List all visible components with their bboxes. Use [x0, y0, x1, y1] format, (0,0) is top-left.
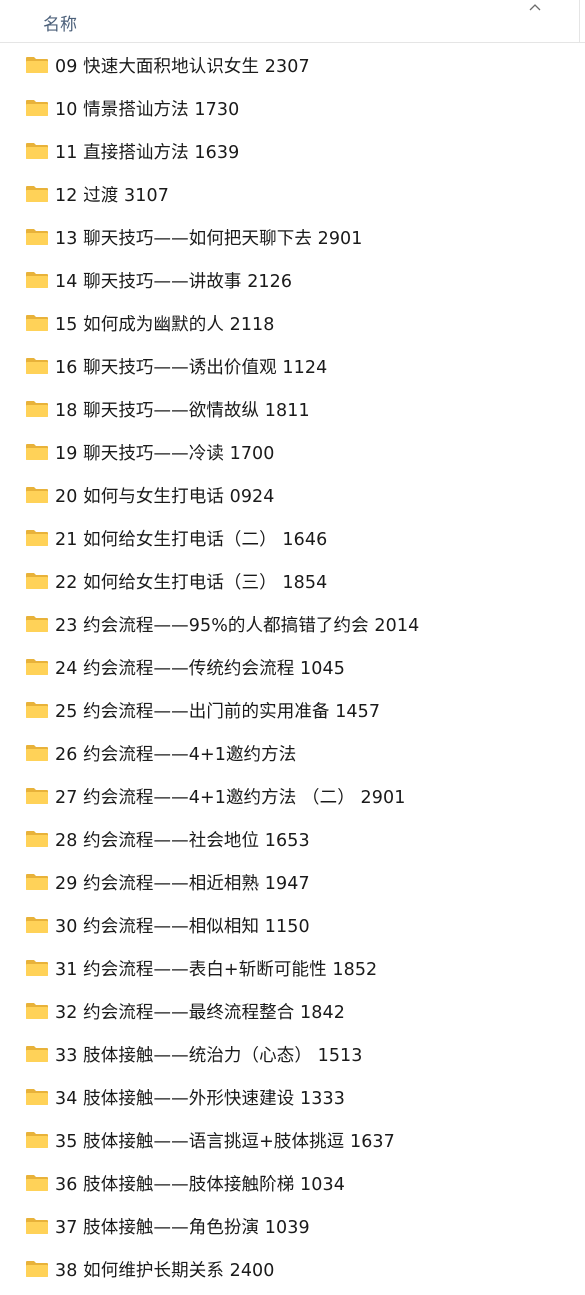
folder-icon [26, 1003, 48, 1019]
list-item-label: 24 约会流程——传统约会流程 1045 [55, 658, 345, 679]
folder-icon [26, 659, 48, 675]
list-item-label: 27 约会流程——4+1邀约方法 （二） 2901 [55, 787, 406, 808]
list-item[interactable]: 34 肢体接触——外形快速建设 1333 [0, 1076, 585, 1119]
list-item-label: 37 肢体接触——角色扮演 1039 [55, 1217, 310, 1238]
folder-icon [26, 1046, 48, 1062]
list-item[interactable]: 12 过渡 3107 [0, 173, 585, 216]
folder-icon [26, 616, 48, 632]
folder-icon [26, 358, 48, 374]
list-item[interactable]: 25 约会流程——出门前的实用准备 1457 [0, 689, 585, 732]
folder-icon [26, 960, 48, 976]
list-item-label: 33 肢体接触——统治力（心态） 1513 [55, 1045, 363, 1066]
list-item[interactable]: 18 聊天技巧——欲情故纵 1811 [0, 388, 585, 431]
folder-icon [26, 143, 48, 159]
list-item-label: 21 如何给女生打电话（二） 1646 [55, 529, 328, 550]
list-item[interactable]: 13 聊天技巧——如何把天聊下去 2901 [0, 216, 585, 259]
list-item-label: 30 约会流程——相似相知 1150 [55, 916, 310, 937]
list-item-label: 34 肢体接触——外形快速建设 1333 [55, 1088, 345, 1109]
edge-fragment [0, 1285, 8, 1295]
column-divider[interactable] [579, 0, 580, 42]
list-item[interactable]: 32 约会流程——最终流程整合 1842 [0, 990, 585, 1033]
folder-icon [26, 444, 48, 460]
list-item-label: 32 约会流程——最终流程整合 1842 [55, 1002, 345, 1023]
list-item[interactable]: 10 情景搭讪方法 1730 [0, 87, 585, 130]
list-item-label: 35 肢体接触——语言挑逗+肢体挑逗 1637 [55, 1131, 395, 1152]
list-item[interactable]: 20 如何与女生打电话 0924 [0, 474, 585, 517]
list-item[interactable]: 31 约会流程——表白+斩断可能性 1852 [0, 947, 585, 990]
list-item[interactable]: 23 约会流程——95%的人都搞错了约会 2014 [0, 603, 585, 646]
folder-icon [26, 1132, 48, 1148]
list-item[interactable]: 38 如何维护长期关系 2400 [0, 1248, 585, 1291]
folder-icon [26, 788, 48, 804]
list-item[interactable]: 21 如何给女生打电话（二） 1646 [0, 517, 585, 560]
list-item-label: 16 聊天技巧——诱出价值观 1124 [55, 357, 328, 378]
folder-icon [26, 315, 48, 331]
list-item-label: 20 如何与女生打电话 0924 [55, 486, 275, 507]
list-item[interactable]: 27 约会流程——4+1邀约方法 （二） 2901 [0, 775, 585, 818]
chevron-up-icon[interactable] [528, 2, 542, 12]
folder-icon [26, 702, 48, 718]
list-item-label: 23 约会流程——95%的人都搞错了约会 2014 [55, 615, 420, 636]
list-item[interactable]: 16 聊天技巧——诱出价值观 1124 [0, 345, 585, 388]
list-item[interactable]: 28 约会流程——社会地位 1653 [0, 818, 585, 861]
folder-icon [26, 401, 48, 417]
list-item-label: 38 如何维护长期关系 2400 [55, 1260, 275, 1281]
folder-icon [26, 1089, 48, 1105]
list-item[interactable]: 24 约会流程——传统约会流程 1045 [0, 646, 585, 689]
list-item[interactable]: 29 约会流程——相近相熟 1947 [0, 861, 585, 904]
folder-icon [26, 1218, 48, 1234]
list-item-label: 22 如何给女生打电话（三） 1854 [55, 572, 328, 593]
list-item[interactable]: 30 约会流程——相似相知 1150 [0, 904, 585, 947]
folder-icon [26, 487, 48, 503]
list-item[interactable]: 19 聊天技巧——冷读 1700 [0, 431, 585, 474]
list-item-label: 36 肢体接触——肢体接触阶梯 1034 [55, 1174, 345, 1195]
list-item[interactable]: 37 肢体接触——角色扮演 1039 [0, 1205, 585, 1248]
list-item-label: 12 过渡 3107 [55, 185, 169, 206]
list-item-label: 28 约会流程——社会地位 1653 [55, 830, 310, 851]
list-item[interactable]: 22 如何给女生打电话（三） 1854 [0, 560, 585, 603]
list-item-label: 15 如何成为幽默的人 2118 [55, 314, 275, 335]
list-item[interactable]: 15 如何成为幽默的人 2118 [0, 302, 585, 345]
list-item-label: 25 约会流程——出门前的实用准备 1457 [55, 701, 381, 722]
list-item[interactable]: 35 肢体接触——语言挑逗+肢体挑逗 1637 [0, 1119, 585, 1162]
list-item[interactable]: 14 聊天技巧——讲故事 2126 [0, 259, 585, 302]
column-header: 名称 [0, 0, 585, 43]
folder-icon [26, 831, 48, 847]
list-item-label: 09 快速大面积地认识女生 2307 [55, 56, 310, 77]
list-item-label: 13 聊天技巧——如何把天聊下去 2901 [55, 228, 363, 249]
list-item-label: 18 聊天技巧——欲情故纵 1811 [55, 400, 310, 421]
folder-icon [26, 573, 48, 589]
list-item[interactable]: 11 直接搭讪方法 1639 [0, 130, 585, 173]
list-item-label: 10 情景搭讪方法 1730 [55, 99, 240, 120]
folder-icon [26, 874, 48, 890]
folder-icon [26, 57, 48, 73]
list-item-label: 31 约会流程——表白+斩断可能性 1852 [55, 959, 378, 980]
list-item-label: 14 聊天技巧——讲故事 2126 [55, 271, 293, 292]
folder-icon [26, 1175, 48, 1191]
column-name-header[interactable]: 名称 [43, 10, 77, 35]
folder-icon [26, 272, 48, 288]
list-item[interactable]: 33 肢体接触——统治力（心态） 1513 [0, 1033, 585, 1076]
list-item[interactable]: 26 约会流程——4+1邀约方法 [0, 732, 585, 775]
list-item[interactable]: 36 肢体接触——肢体接触阶梯 1034 [0, 1162, 585, 1205]
folder-icon [26, 186, 48, 202]
list-item-label: 29 约会流程——相近相熟 1947 [55, 873, 310, 894]
folder-icon [26, 530, 48, 546]
folder-icon [26, 100, 48, 116]
list-item[interactable]: 09 快速大面积地认识女生 2307 [0, 44, 585, 87]
list-item-label: 11 直接搭讪方法 1639 [55, 142, 240, 163]
folder-icon [26, 745, 48, 761]
folder-icon [26, 917, 48, 933]
folder-icon [26, 1261, 48, 1277]
list-item-label: 26 约会流程——4+1邀约方法 [55, 744, 297, 765]
folder-icon [26, 229, 48, 245]
list-item-label: 19 聊天技巧——冷读 1700 [55, 443, 275, 464]
